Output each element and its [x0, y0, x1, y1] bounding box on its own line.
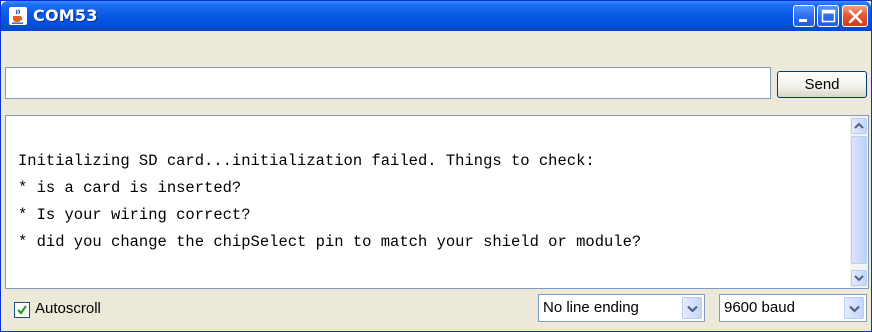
output-line: Initializing SD card...initialization fa…	[18, 152, 595, 170]
autoscroll-checkbox[interactable]	[14, 302, 30, 318]
title-bar[interactable]: COM53	[1, 1, 871, 31]
scroll-up-button[interactable]	[851, 118, 867, 134]
line-ending-select[interactable]: No line ending	[538, 294, 705, 322]
output-line: * is a card is inserted?	[18, 179, 242, 197]
line-ending-value: No line ending	[543, 299, 639, 316]
serial-output[interactable]: Initializing SD card...initialization fa…	[5, 115, 869, 289]
minimize-icon	[799, 19, 807, 22]
scroll-thumb[interactable]	[851, 136, 867, 264]
vertical-scrollbar[interactable]	[850, 116, 868, 288]
autoscroll-label: Autoscroll	[35, 300, 101, 317]
chevron-up-icon	[854, 122, 864, 129]
chevron-down-icon	[849, 305, 860, 313]
baud-rate-dropdown-button[interactable]	[844, 297, 864, 319]
close-button[interactable]	[842, 5, 868, 27]
maximize-icon	[821, 9, 836, 23]
serial-monitor-window: COM53 Send Initializing SD card...initia…	[0, 0, 872, 332]
output-line: * did you change the chipSelect pin to m…	[18, 233, 642, 251]
checkmark-icon	[17, 305, 27, 315]
maximize-button[interactable]	[817, 5, 839, 27]
send-button[interactable]: Send	[777, 71, 867, 98]
close-icon	[848, 9, 863, 24]
scroll-down-button[interactable]	[851, 270, 867, 286]
chevron-down-icon	[687, 305, 698, 313]
chevron-down-icon	[854, 275, 864, 282]
line-ending-dropdown-button[interactable]	[682, 297, 702, 319]
baud-rate-select[interactable]: 9600 baud	[719, 294, 867, 322]
serial-input[interactable]	[5, 67, 771, 99]
output-line: * Is your wiring correct?	[18, 206, 251, 224]
output-lines: Initializing SD card...initialization fa…	[18, 148, 848, 256]
java-cup-icon	[9, 7, 27, 25]
baud-rate-value: 9600 baud	[724, 299, 795, 316]
minimize-button[interactable]	[793, 5, 815, 27]
window-title: COM53	[33, 6, 98, 25]
